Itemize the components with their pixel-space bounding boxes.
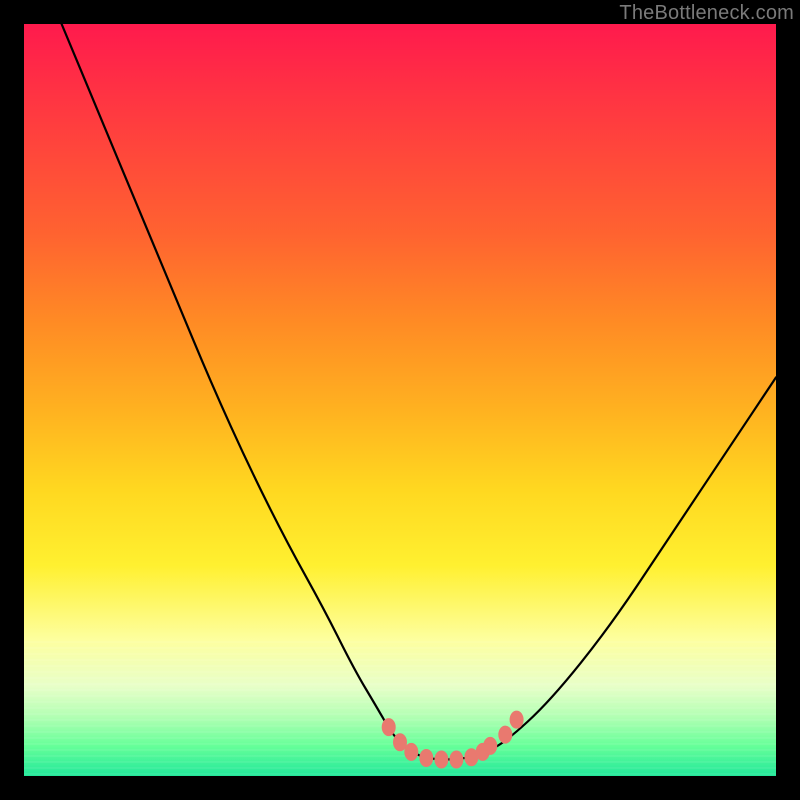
bottleneck-curve xyxy=(62,24,776,760)
watermark-text: TheBottleneck.com xyxy=(619,2,794,25)
highlight-dot xyxy=(510,711,524,729)
plot-area xyxy=(24,24,776,776)
curve-layer xyxy=(24,24,776,776)
highlight-dot xyxy=(449,751,463,769)
highlight-dots xyxy=(382,711,524,769)
highlight-dot xyxy=(483,737,497,755)
highlight-dot xyxy=(382,718,396,736)
highlight-dot xyxy=(404,743,418,761)
highlight-dot xyxy=(434,751,448,769)
chart-frame: TheBottleneck.com xyxy=(0,0,800,800)
highlight-dot xyxy=(498,726,512,744)
highlight-dot xyxy=(419,749,433,767)
